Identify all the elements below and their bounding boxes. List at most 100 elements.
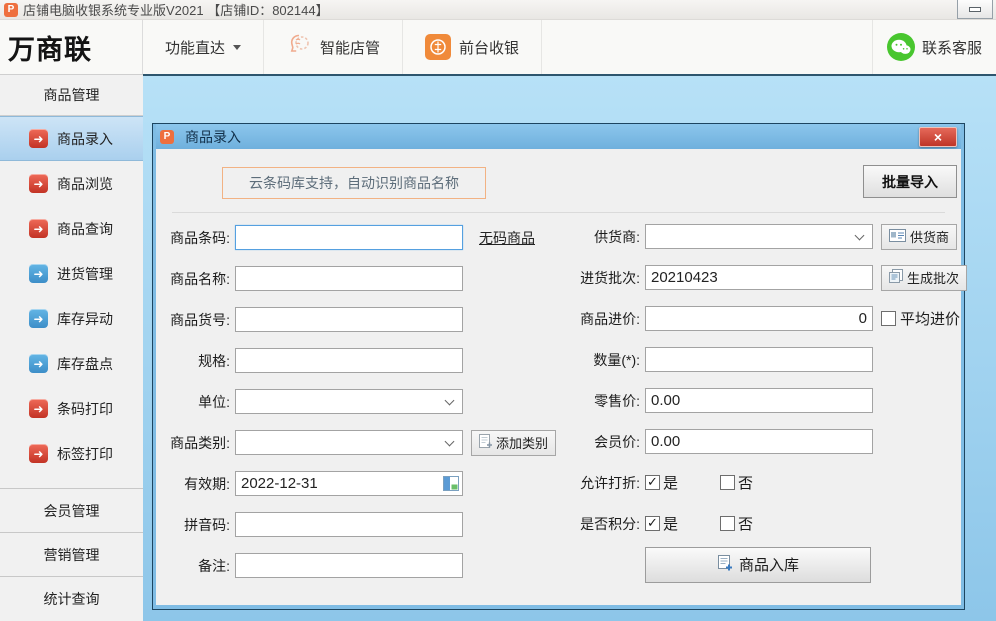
sidebar-item-label-print[interactable]: ➜ 标签打印 [0, 431, 143, 476]
chevron-down-icon [445, 396, 455, 406]
sidebar-section-member-management[interactable]: 会员管理 [0, 488, 143, 532]
discount-no-checkbox[interactable] [720, 475, 735, 490]
sidebar-item-label: 商品录入 [57, 129, 113, 149]
sidebar-item-label: 商品查询 [57, 219, 113, 239]
earn-points-label: 是否积分: [561, 514, 645, 534]
add-category-label: 添加类别 [496, 433, 548, 452]
sidebar-section-statistics-query[interactable]: 统计查询 [0, 576, 143, 620]
batch-import-button[interactable]: 批量导入 [863, 165, 957, 198]
id-card-icon [889, 229, 906, 245]
no-label: 否 [738, 472, 753, 493]
sidebar-item-label: 商品浏览 [57, 174, 113, 194]
sidebar-item-product-entry[interactable]: ➜ 商品录入 [0, 116, 143, 161]
retail-price-field[interactable] [645, 388, 873, 413]
chevron-down-icon [233, 45, 241, 54]
window-titlebar: P 店铺电脑收银系统专业版V2021 【店铺ID：802144】 [0, 0, 996, 20]
sidebar-item-stock-count[interactable]: ➜ 库存盘点 [0, 341, 143, 386]
nav-quick-menu[interactable]: 功能直达 [143, 20, 264, 74]
item-number-field[interactable] [235, 307, 463, 332]
add-category-button[interactable]: 添加类别 [471, 430, 556, 456]
retail-price-label: 零售价: [561, 391, 645, 411]
quantity-label: 数量(*): [561, 350, 645, 370]
dialog-title: 商品录入 [185, 127, 241, 147]
chevron-down-icon [445, 437, 455, 447]
copy-icon [889, 269, 903, 286]
sidebar-item-product-browse[interactable]: ➜ 商品浏览 [0, 161, 143, 206]
generate-batch-button[interactable]: 生成批次 [881, 265, 967, 291]
yes-label: 是 [663, 472, 678, 493]
nav-front-cashier[interactable]: 前台收银 [403, 20, 542, 74]
nav-quick-menu-label: 功能直达 [165, 37, 225, 58]
spec-label: 规格: [156, 351, 235, 371]
supplier-label: 供货商: [561, 227, 645, 247]
contact-support-label: 联系客服 [922, 37, 982, 58]
sidebar-section-marketing-management[interactable]: 营销管理 [0, 532, 143, 576]
wechat-icon [887, 33, 915, 61]
main-workspace: P 商品录入 × 云条码库支持，自动识别商品名称 批量导入 商品条码: 无码商品 [143, 74, 996, 621]
nav-front-cashier-label: 前台收银 [459, 37, 519, 58]
red-arrow-icon: ➜ [29, 129, 48, 148]
supplier-select[interactable] [645, 224, 873, 249]
sidebar-item-label: 标签打印 [57, 444, 113, 464]
expiry-field[interactable] [235, 471, 463, 496]
remark-field[interactable] [235, 553, 463, 578]
spec-field[interactable] [235, 348, 463, 373]
unit-select[interactable] [235, 389, 463, 414]
minimize-button[interactable] [957, 0, 993, 19]
close-icon: × [934, 130, 942, 144]
sidebar-item-label: 库存异动 [57, 309, 113, 329]
sidebar-item-label: 条码打印 [57, 399, 113, 419]
points-yes-checkbox[interactable] [645, 516, 660, 531]
sidebar-item-product-search[interactable]: ➜ 商品查询 [0, 206, 143, 251]
barcode-field[interactable] [235, 225, 463, 250]
sidebar-item-stock-change[interactable]: ➜ 库存异动 [0, 296, 143, 341]
pinyin-field[interactable] [235, 512, 463, 537]
blue-arrow-icon: ➜ [29, 354, 48, 373]
generate-batch-label: 生成批次 [907, 268, 959, 287]
unit-label: 单位: [156, 392, 235, 412]
quantity-field[interactable] [645, 347, 873, 372]
brand-logo: 万商联 [0, 20, 143, 74]
points-no-checkbox[interactable] [720, 516, 735, 531]
allow-discount-label: 允许打折: [561, 473, 645, 493]
member-price-field[interactable] [645, 429, 873, 454]
product-name-field[interactable] [235, 266, 463, 291]
barcode-label: 商品条码: [156, 228, 235, 248]
supplier-button[interactable]: 供货商 [881, 224, 957, 250]
stock-in-label: 商品入库 [739, 554, 799, 575]
add-page-icon [479, 434, 492, 452]
dialog-body: 云条码库支持，自动识别商品名称 批量导入 商品条码: 无码商品 商品名称: [156, 149, 961, 605]
remark-label: 备注: [156, 556, 235, 576]
batch-field[interactable] [645, 265, 873, 290]
sidebar-item-label: 库存盘点 [57, 354, 113, 374]
chevron-down-icon [855, 231, 865, 241]
yes-label: 是 [663, 513, 678, 534]
stock-in-page-icon [717, 555, 732, 575]
discount-yes-checkbox[interactable] [645, 475, 660, 490]
red-arrow-icon: ➜ [29, 399, 48, 418]
dialog-icon: P [160, 130, 174, 144]
cashier-icon [425, 34, 451, 60]
product-name-label: 商品名称: [156, 269, 235, 289]
close-button[interactable]: × [919, 127, 957, 147]
expiry-label: 有效期: [156, 474, 235, 494]
form-right-column: 供货商: 供货商 进货批次: [561, 216, 967, 585]
contact-support-button[interactable]: 联系客服 [872, 20, 996, 74]
sidebar: 商品管理 ➜ 商品录入 ➜ 商品浏览 ➜ 商品查询 ➜ 进货管理 ➜ 库存异动 … [0, 74, 143, 621]
category-select[interactable] [235, 430, 463, 455]
cost-price-field[interactable] [645, 306, 873, 331]
stock-in-button[interactable]: 商品入库 [645, 547, 871, 583]
no-barcode-link[interactable]: 无码商品 [479, 228, 535, 248]
calendar-icon[interactable] [443, 476, 459, 496]
nav-smart-manage[interactable]: 智能店管 [264, 20, 403, 74]
batch-label: 进货批次: [561, 268, 645, 288]
sidebar-item-barcode-print[interactable]: ➜ 条码打印 [0, 386, 143, 431]
window-title: 店铺电脑收银系统专业版V2021 【店铺ID：802144】 [23, 0, 329, 19]
sidebar-item-purchase-management[interactable]: ➜ 进货管理 [0, 251, 143, 296]
nav-smart-manage-label: 智能店管 [320, 37, 380, 58]
sidebar-section-product-management[interactable]: 商品管理 [0, 75, 143, 116]
minimize-icon [969, 7, 981, 12]
avg-cost-checkbox[interactable] [881, 311, 896, 326]
divider [172, 212, 945, 213]
cloud-barcode-notice: 云条码库支持，自动识别商品名称 [222, 167, 486, 199]
